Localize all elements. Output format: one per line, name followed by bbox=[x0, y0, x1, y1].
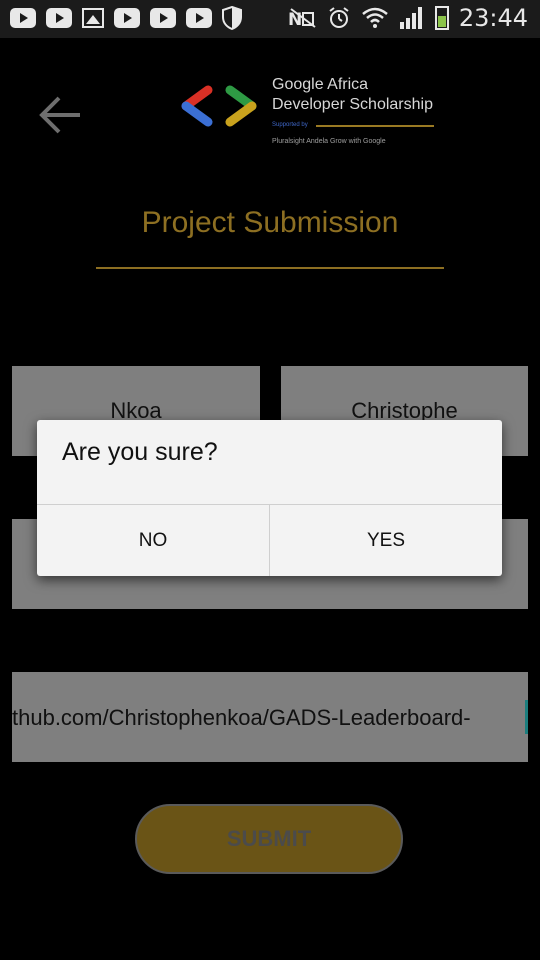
yes-button[interactable]: YES bbox=[270, 505, 502, 576]
status-time: 23:44 bbox=[458, 4, 528, 32]
youtube-icon bbox=[186, 8, 212, 28]
arrow-left-icon bbox=[39, 96, 80, 134]
youtube-icon bbox=[46, 8, 72, 28]
back-button[interactable] bbox=[38, 92, 84, 138]
confirm-dialog: Are you sure? NO YES bbox=[37, 420, 502, 576]
project-link-field[interactable]: thub.com/Christophenkoa/GADS-Leaderboard… bbox=[12, 672, 528, 762]
page-title: Project Submission bbox=[141, 206, 399, 239]
code-brackets-icon bbox=[181, 85, 257, 127]
wifi-icon bbox=[362, 7, 388, 28]
signal-icon bbox=[399, 7, 422, 29]
alarm-icon bbox=[329, 7, 349, 28]
logo-partners: Pluralsight Andela Grow with Google bbox=[272, 138, 386, 145]
youtube-icon bbox=[10, 8, 36, 28]
dialog-title: Are you sure? bbox=[62, 438, 218, 466]
logo-line1: Google Africa bbox=[272, 76, 369, 93]
title-underline bbox=[96, 267, 444, 269]
logo-line2: Developer Scholarship bbox=[272, 96, 433, 113]
no-button[interactable]: NO bbox=[37, 505, 269, 576]
logo-supported: Supported by bbox=[272, 122, 308, 128]
text-cursor bbox=[525, 700, 528, 734]
logo-divider bbox=[316, 125, 434, 127]
gads-logo: Google Africa Developer Scholarship Supp… bbox=[178, 74, 448, 154]
project-link-value: thub.com/Christophenkoa/GADS-Leaderboard… bbox=[12, 705, 471, 730]
nfc-off-icon: N bbox=[288, 8, 316, 29]
status-bar: N 23:44 bbox=[0, 0, 540, 38]
submit-button[interactable]: SUBMIT bbox=[135, 804, 403, 874]
gallery-icon bbox=[82, 8, 104, 28]
battery-icon bbox=[434, 6, 449, 30]
shield-icon bbox=[222, 6, 242, 30]
youtube-icon bbox=[114, 8, 140, 28]
youtube-icon bbox=[150, 8, 176, 28]
